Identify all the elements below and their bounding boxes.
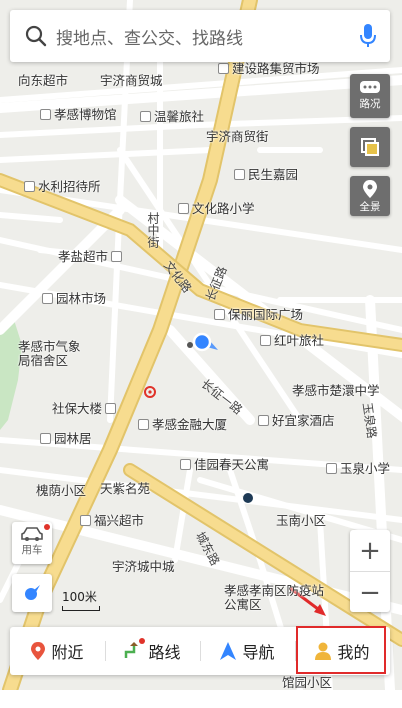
- poi-label[interactable]: 佳园春天公寓: [180, 458, 269, 472]
- search-input[interactable]: 搜地点、查公交、找路线: [56, 24, 346, 49]
- zoom-control[interactable]: + −: [350, 530, 390, 612]
- poi-label[interactable]: 红叶旅社: [260, 334, 324, 348]
- layers-button[interactable]: [350, 127, 390, 167]
- scale-bar: [62, 606, 100, 611]
- navigate-label: 导航: [242, 643, 275, 662]
- poi-label[interactable]: 建设路集贸市场: [218, 62, 320, 76]
- traffic-label: 路况: [359, 98, 381, 110]
- zoom-out-button[interactable]: −: [350, 572, 390, 613]
- poi-label[interactable]: 天紫名苑: [100, 482, 150, 496]
- locate-button[interactable]: [12, 574, 52, 612]
- poi-label[interactable]: 孝盐超市: [58, 250, 125, 264]
- route-label: 路线: [148, 643, 181, 662]
- car-icon: [21, 527, 43, 541]
- poi-label[interactable]: 福兴超市: [80, 514, 144, 528]
- poi-label[interactable]: 保丽国际广场: [214, 308, 303, 322]
- navigate-button[interactable]: 导航: [200, 627, 295, 675]
- search-bar[interactable]: 搜地点、查公交、找路线: [10, 10, 390, 62]
- microphone-icon[interactable]: [346, 10, 390, 62]
- poi-label[interactable]: 文化路小学: [178, 202, 255, 216]
- poi-label[interactable]: 玉泉小学: [326, 462, 390, 476]
- road-label: 村中街: [146, 212, 160, 248]
- zoom-in-button[interactable]: +: [350, 530, 390, 571]
- notification-dot: [44, 524, 50, 530]
- nearby-button[interactable]: 附近: [10, 627, 105, 675]
- poi-label[interactable]: 孝感博物馆: [40, 108, 117, 122]
- compass-icon: [25, 585, 40, 600]
- poi-label[interactable]: 社保大楼: [52, 402, 119, 416]
- scale-label: 100米: [62, 590, 97, 604]
- nearby-label: 附近: [51, 643, 84, 662]
- route-button[interactable]: 路线: [105, 627, 200, 675]
- poi-label[interactable]: 向东超市: [18, 74, 68, 88]
- poi-label[interactable]: 宇济城中城: [112, 560, 175, 574]
- poi-label[interactable]: 孝感市气象局宿舍区: [18, 340, 90, 368]
- poi-label[interactable]: 园林居: [40, 432, 92, 446]
- layers-icon: [361, 138, 379, 156]
- poi-label[interactable]: 宇济商贸街: [206, 130, 269, 144]
- poi-label[interactable]: 孝感市楚澴中学: [292, 384, 380, 398]
- poi-label[interactable]: 宇济商贸城: [100, 74, 163, 88]
- poi-label[interactable]: 玉南小区: [276, 514, 326, 528]
- location-pin-icon: [363, 180, 377, 198]
- poi-label[interactable]: 民生嘉园: [234, 168, 298, 182]
- map-canvas[interactable]: 村中街 文化路 长征路 长征一路 城东路 玉泉路 向东超市 宇济商贸城 建设路集…: [0, 0, 402, 690]
- map-scale: 100米: [62, 588, 100, 611]
- poi-label[interactable]: 孝感孝南区防疫站公寓区: [224, 584, 332, 612]
- panorama-label: 全景: [359, 201, 381, 213]
- poi-label[interactable]: 孝感金融大厦: [138, 418, 227, 432]
- traffic-button[interactable]: 路况: [350, 74, 390, 118]
- current-location-marker: [187, 332, 218, 352]
- car-label: 用车: [21, 544, 43, 556]
- poi-label[interactable]: 馆园小区: [282, 676, 332, 690]
- panorama-button[interactable]: 全景: [350, 176, 390, 216]
- car-button[interactable]: 用车: [12, 522, 52, 564]
- poi-label[interactable]: 槐荫小区: [36, 484, 86, 498]
- navigation-arrow-icon: [220, 642, 237, 660]
- traffic-icon: [360, 81, 380, 93]
- poi-label[interactable]: 水利招待所: [24, 180, 101, 194]
- poi-label[interactable]: 园林市场: [42, 292, 106, 306]
- poi-label[interactable]: 温馨旅社: [140, 110, 204, 124]
- search-icon: [16, 10, 56, 62]
- poi-label[interactable]: 好宜家酒店: [258, 414, 335, 428]
- location-pin-icon: [31, 642, 46, 660]
- route-icon: [124, 638, 146, 660]
- highlight-box: [296, 626, 386, 674]
